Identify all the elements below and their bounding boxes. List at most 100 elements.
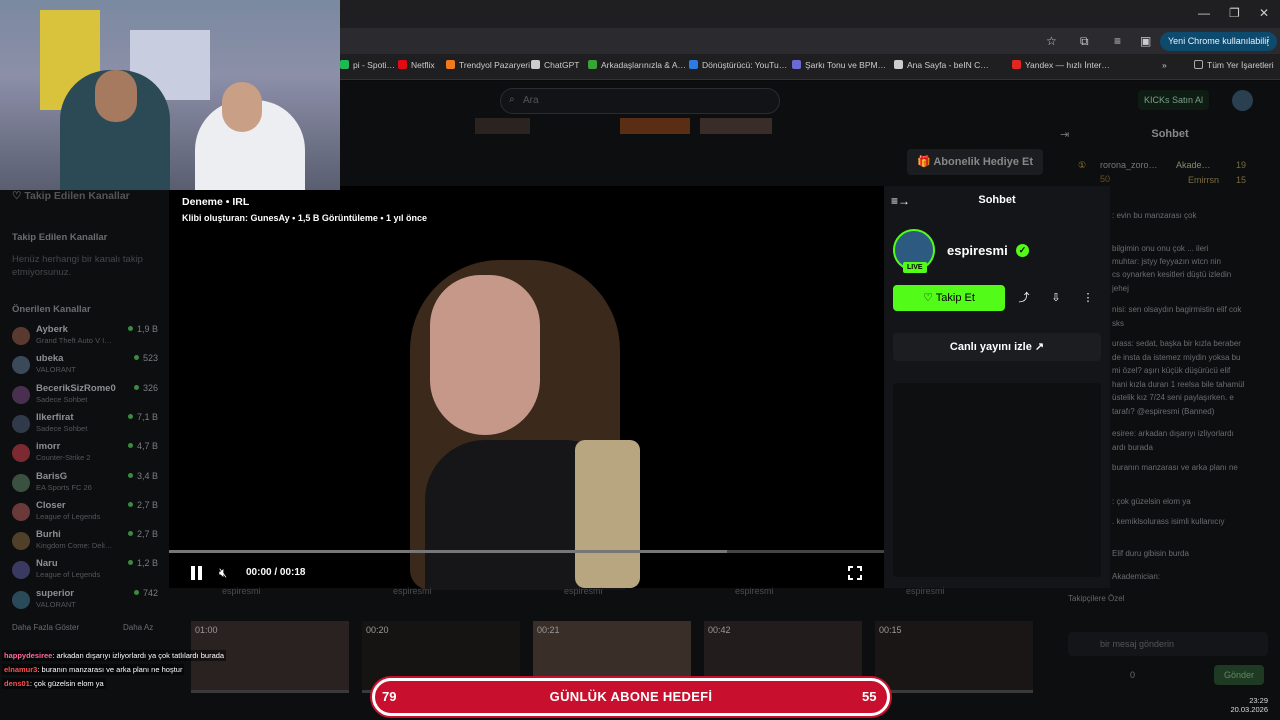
show-less-link[interactable]: Daha Az: [123, 623, 153, 632]
sidebar-channel[interactable]: imorr Counter-Strike 2 4,7 B: [12, 440, 158, 466]
overlay-chat-text: : çok güzelsin elom ya: [29, 679, 104, 688]
download-icon[interactable]: ⇩: [1043, 285, 1069, 311]
verified-icon: ✓: [1016, 244, 1029, 257]
clip-strip-channel: espiresmi: [222, 586, 261, 596]
bookmark-favicon-icon: [1012, 60, 1021, 69]
live-badge: LIVE: [903, 262, 927, 273]
kicks-button[interactable]: KICKs Satın Al: [1138, 90, 1210, 110]
user-avatar[interactable]: [1232, 90, 1253, 111]
channel-category: EA Sports FC 26: [36, 482, 92, 492]
background-thumbnails: [340, 118, 780, 134]
leaderboard-pts-1: 50: [1100, 174, 1111, 184]
thumb-bar: [191, 690, 349, 693]
chat-message: : çok güzelsin elom ya: [1112, 497, 1191, 506]
menu-icon[interactable]: ⋮: [1262, 34, 1274, 48]
leaderboard-pts-3: 15: [1236, 175, 1247, 185]
close-icon[interactable]: ✕: [1259, 6, 1269, 20]
sidebar-channel[interactable]: BecerikSizRome0 Sadece Sohbet 326: [12, 382, 158, 408]
clip-strip-channel: espiresmi: [735, 586, 774, 596]
fullscreen-icon[interactable]: [847, 565, 863, 581]
folder-icon: [1194, 60, 1203, 69]
followed-title[interactable]: ♡ Takip Edilen Kanallar: [12, 190, 130, 202]
sidebar-channel[interactable]: BarisG EA Sports FC 26 3,4 B: [12, 470, 158, 496]
profile-icon[interactable]: ▣: [1140, 34, 1151, 48]
gift-sub-label: Abonelik Hediye Et: [933, 156, 1033, 168]
leaderboard-name-2: Akade…: [1176, 160, 1211, 170]
overlay-chat-message: dens01: çok güzelsin elom ya: [2, 678, 106, 689]
overlay-chat-message: happydesiree: arkadan dışarıyı izliyorla…: [2, 650, 227, 661]
bookmark-favicon-icon: [689, 60, 698, 69]
chat-message: urass: sedat, başka bir kızla beraber: [1112, 339, 1241, 348]
sidebar-channel[interactable]: Closer League of Legends 2,7 B: [12, 499, 158, 525]
goal-title: GÜNLÜK ABONE HEDEFİ: [549, 689, 713, 704]
bookmark-label: Şarkı Tonu ve BPM…: [805, 60, 887, 70]
star-icon[interactable]: ☆: [1046, 34, 1057, 48]
channel-name: Closer: [36, 499, 66, 511]
bookmark-item[interactable]: Dönüştürücü: YouTu…: [689, 60, 787, 70]
clip-progress-bar[interactable]: [169, 550, 884, 553]
channel-category: VALORANT: [36, 599, 76, 609]
bookmark-item[interactable]: Şarkı Tonu ve BPM…: [792, 60, 886, 70]
chat-message: de insta da istemez miydin yoksa bu: [1112, 353, 1241, 362]
channel-avatar: [12, 590, 30, 609]
sidebar-channel[interactable]: Ilkerfirat Sadece Sohbet 7,1 B: [12, 411, 158, 437]
share-icon[interactable]: ⤴: [1011, 285, 1037, 311]
streamer-name[interactable]: espiresmi: [947, 243, 1008, 258]
restore-icon[interactable]: ❐: [1229, 6, 1240, 20]
bookmark-item[interactable]: ChatGPT: [531, 60, 579, 70]
sidebar-channel[interactable]: Burhi Kingdom Come: Deli… 2,7 B: [12, 528, 158, 554]
minimize-icon[interactable]: —: [1198, 6, 1210, 20]
bookmark-item[interactable]: pi - Spoti…: [340, 60, 395, 70]
sidebar-channel[interactable]: superior VALORANT 742: [12, 587, 158, 613]
bookmark-item[interactable]: Arkadaşlarınızla & A…: [588, 60, 686, 70]
gift-sub-button[interactable]: 🎁 Abonelik Hediye Et: [907, 149, 1043, 175]
bookmark-item[interactable]: Ana Sayfa - beIN C…: [894, 60, 989, 70]
clip-thumbnail[interactable]: 00:15: [875, 621, 1033, 693]
address-bar[interactable]: [340, 31, 1070, 53]
chat-input[interactable]: bir mesaj gönderin: [1068, 632, 1268, 656]
channel-avatar: [12, 385, 30, 404]
supporters-only-label: Takipçilere Özel: [1068, 594, 1125, 603]
followed-empty-text: Henüz herhangi bir kanalı takip etmiyors…: [12, 254, 143, 278]
channel-viewers: 1,9 B: [128, 324, 158, 334]
search-placeholder: Ara: [523, 95, 539, 106]
chat-message: : evin bu manzarası çok: [1112, 211, 1197, 220]
chrome-update-button[interactable]: Yeni Chrome kullanılabilir: [1160, 32, 1278, 51]
all-bookmarks-label: Tüm Yer İşaretleri: [1207, 60, 1274, 70]
channel-name: BarisG: [36, 470, 68, 482]
channel-viewers: 7,1 B: [128, 412, 158, 422]
search-input[interactable]: ⌕ Ara: [500, 88, 780, 114]
extensions-icon[interactable]: ⧉: [1080, 34, 1089, 49]
channel-category: Grand Theft Auto V I…: [36, 336, 112, 345]
sidebar-channel[interactable]: Naru League of Legends 1,2 B: [12, 557, 158, 583]
bookmark-item[interactable]: Yandex — hızlı İnter…: [1012, 60, 1110, 70]
watch-live-button[interactable]: Canlı yayını izle ↗: [893, 333, 1101, 361]
all-bookmarks-link[interactable]: Tüm Yer İşaretleri: [1194, 60, 1274, 70]
sidebar-channel[interactable]: Ayberk Grand Theft Auto V I… 1,9 B: [12, 323, 158, 349]
recommended-header: Önerilen Kanallar: [12, 304, 91, 315]
overlay-chat-text: : arkadan dışarıyı izliyorlardı ya çok t…: [52, 651, 225, 660]
channel-avatar: [12, 532, 30, 551]
webcam-overlay: [0, 0, 340, 190]
media-icon[interactable]: ≡: [1114, 34, 1121, 48]
pause-button[interactable]: [190, 566, 204, 580]
goal-target: 55: [862, 689, 877, 704]
muted-icon[interactable]: 🔇︎: [219, 565, 227, 581]
bookmark-favicon-icon: [340, 60, 349, 69]
clip-duration: 00:20: [366, 625, 389, 635]
sidebar-channel[interactable]: ubeka VALORANT 523: [12, 352, 158, 378]
chat-message: Akademician:: [1112, 572, 1161, 581]
leaderboard-pts-2: 19: [1236, 160, 1247, 170]
bookmark-item[interactable]: Netflix: [398, 60, 435, 70]
show-more-link[interactable]: Daha Fazla Göster: [12, 623, 79, 632]
bookmark-item[interactable]: Trendyol Pazaryeri: [446, 60, 530, 70]
channel-name: Ayberk: [36, 324, 68, 335]
bookmarks-more-icon[interactable]: »: [1162, 60, 1167, 70]
send-button[interactable]: Gönder: [1214, 665, 1264, 685]
more-options-icon[interactable]: ⋮: [1075, 285, 1101, 311]
bookmark-label: ChatGPT: [544, 60, 580, 70]
channel-avatar: [12, 327, 30, 345]
follow-button[interactable]: ♡ Takip Et: [893, 285, 1005, 311]
clock-time: 23:29: [1249, 696, 1268, 705]
channel-name: ubeka: [36, 353, 64, 365]
